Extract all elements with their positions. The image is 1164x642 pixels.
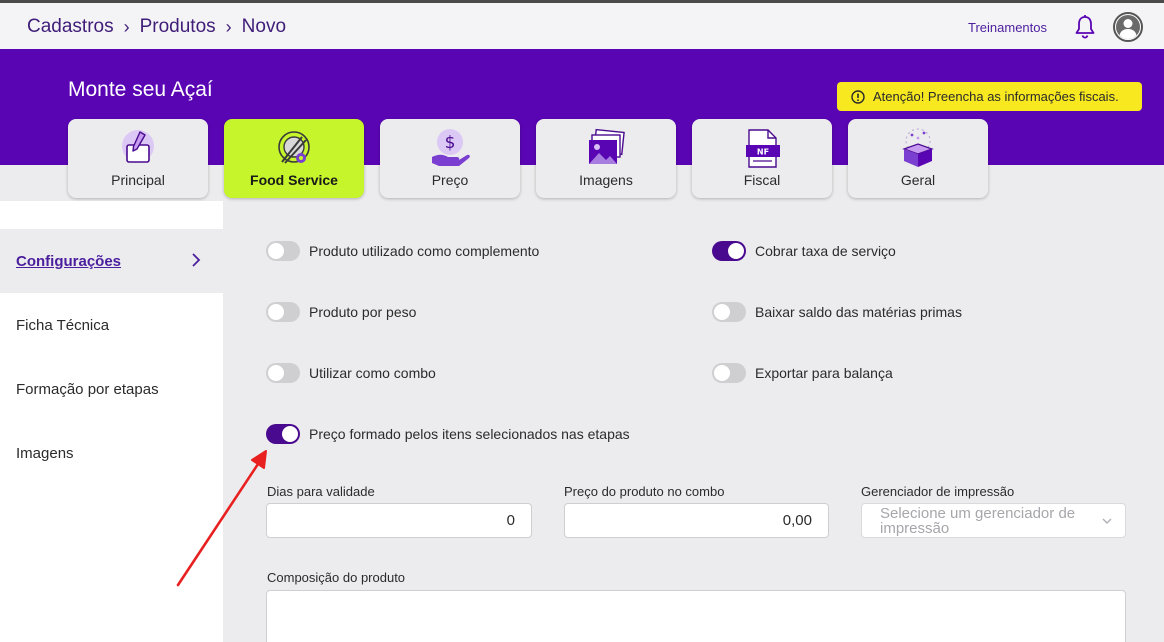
tab-label: Geral: [900, 172, 936, 188]
preco-etapas-toggle[interactable]: [266, 424, 300, 444]
toggle-label: Produto por peso: [309, 304, 417, 320]
chevron-right-icon: ›: [123, 16, 130, 37]
validity-input[interactable]: 0: [266, 503, 532, 538]
plate-cutlery-icon: [272, 126, 316, 170]
toggle-row-complemento: Produto utilizado como complemento: [266, 241, 539, 261]
toggle-label: Exportar para balança: [755, 365, 893, 381]
complemento-toggle[interactable]: [266, 241, 300, 261]
tab-principal[interactable]: Principal: [68, 119, 208, 198]
breadcrumb: Cadastros › Produtos › Novo: [27, 16, 286, 38]
gift-box-icon: [896, 126, 940, 170]
taxa-servico-toggle[interactable]: [712, 241, 746, 261]
chevron-right-icon: ›: [225, 16, 232, 37]
fiscal-warning-text: Atenção! Preencha as informações fiscais…: [873, 89, 1119, 104]
validity-label: Dias para validade: [267, 484, 375, 499]
breadcrumb-produtos[interactable]: Produtos: [140, 16, 216, 38]
tab-label: Imagens: [579, 172, 633, 188]
tab-geral[interactable]: Geral: [848, 119, 988, 198]
toggle-label: Produto utilizado como complemento: [309, 243, 540, 259]
validity-value: 0: [506, 512, 515, 529]
combo-price-value: 0,00: [782, 512, 812, 529]
toggle-label: Baixar saldo das matérias primas: [755, 304, 962, 320]
fiscal-warning-badge[interactable]: Atenção! Preencha as informações fiscais…: [837, 82, 1142, 111]
tab-label: Principal: [111, 172, 165, 188]
tab-fiscal[interactable]: NF Fiscal: [692, 119, 832, 198]
nf-document-icon: NF: [740, 126, 784, 170]
tab-label: Preço: [431, 172, 469, 188]
pencil-checkbox-icon: [116, 126, 160, 170]
combo-price-input[interactable]: 0,00: [564, 503, 829, 538]
composition-textarea[interactable]: [266, 590, 1126, 642]
tab-label: Food Service: [250, 172, 338, 188]
toggle-row-combo: Utilizar como combo: [266, 363, 436, 383]
sidebar-item-label: Ficha Técnica: [16, 316, 110, 334]
page-title: Monte seu Açaí: [68, 78, 213, 101]
annotation-arrow: [176, 450, 267, 587]
print-manager-placeholder: Selecione um gerenciador de impressão: [880, 505, 1076, 537]
breadcrumb-cadastros[interactable]: Cadastros: [27, 16, 114, 38]
sidebar-item-label: Formação por etapas: [16, 380, 159, 398]
sidebar-item-configuracoes[interactable]: Configurações: [0, 229, 223, 293]
chevron-right-icon: [192, 253, 201, 267]
baixar-saldo-toggle[interactable]: [712, 302, 746, 322]
tab-preco[interactable]: $ Preço: [380, 119, 520, 198]
sidebar-item-label: Imagens: [16, 444, 74, 462]
top-bar: Cadastros › Produtos › Novo Treinamentos: [0, 3, 1164, 49]
print-manager-select[interactable]: Selecione um gerenciador de impressão: [861, 503, 1126, 538]
print-manager-label: Gerenciador de impressão: [861, 484, 1015, 499]
toggle-row-preco-etapas: Preço formado pelos itens selecionados n…: [266, 424, 630, 444]
balanca-toggle[interactable]: [712, 363, 746, 383]
tab-imagens[interactable]: Imagens: [536, 119, 676, 198]
combo-toggle[interactable]: [266, 363, 300, 383]
alert-circle-icon: [851, 89, 865, 104]
images-icon: [584, 126, 628, 170]
toggle-label: Cobrar taxa de serviço: [755, 243, 896, 259]
chevron-down-icon: [1102, 518, 1112, 524]
svg-text:$: $: [445, 133, 456, 153]
toggle-label: Utilizar como combo: [309, 365, 436, 381]
sidebar-item-formacao-etapas[interactable]: Formação por etapas: [0, 357, 223, 421]
user-avatar-icon[interactable]: [1113, 12, 1143, 42]
hand-dollar-icon: $: [428, 126, 472, 170]
composition-label: Composição do produto: [267, 570, 406, 585]
toggle-label: Preço formado pelos itens selecionados n…: [309, 426, 630, 442]
toggle-row-por-peso: Produto por peso: [266, 302, 416, 322]
toggle-row-taxa-servico: Cobrar taxa de serviço: [712, 241, 896, 261]
bell-icon[interactable]: [1073, 14, 1097, 40]
por-peso-toggle[interactable]: [266, 302, 300, 322]
toggle-row-balanca: Exportar para balança: [712, 363, 893, 383]
breadcrumb-novo: Novo: [241, 16, 287, 37]
trainings-link[interactable]: Treinamentos: [968, 20, 1047, 35]
toggle-row-baixar-saldo: Baixar saldo das matérias primas: [712, 302, 962, 322]
sidebar-item-ficha-tecnica[interactable]: Ficha Técnica: [0, 293, 223, 357]
combo-price-label: Preço do produto no combo: [564, 484, 725, 499]
tab-food-service[interactable]: Food Service: [224, 119, 364, 198]
svg-text:NF: NF: [757, 148, 769, 157]
sidebar-item-label: Configurações: [16, 252, 122, 270]
tab-label: Fiscal: [743, 172, 781, 188]
